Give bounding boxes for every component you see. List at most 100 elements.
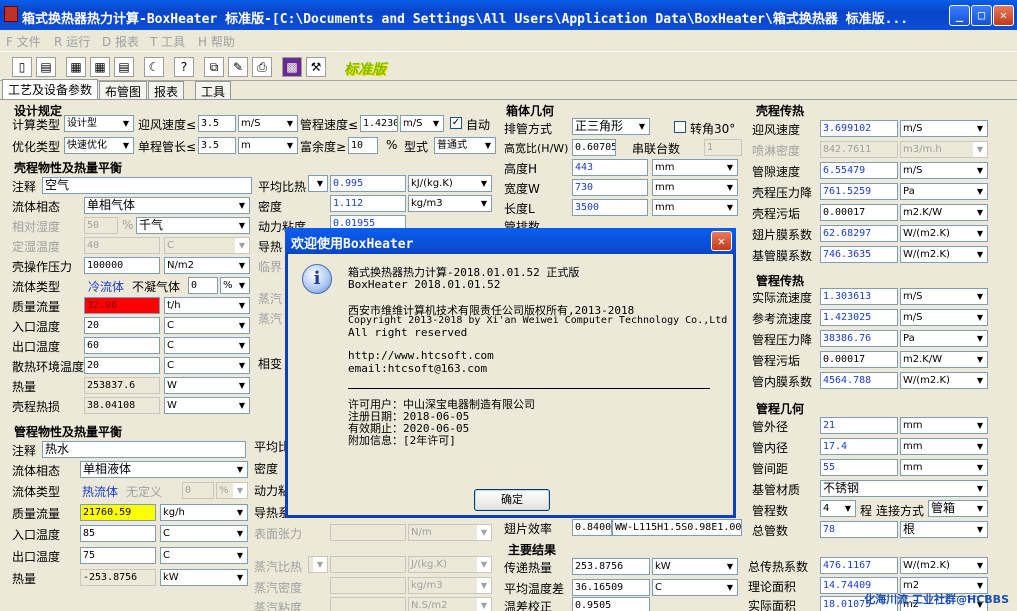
- single-length-input[interactable]: 3.5: [198, 137, 236, 154]
- shell-density-input[interactable]: 1.112: [330, 195, 406, 212]
- tube-steam-visc-input[interactable]: [330, 597, 406, 611]
- fixed-temp-input[interactable]: 40: [84, 237, 160, 254]
- tube-mass-flow-unit-select[interactable]: kg/h ▼: [160, 504, 248, 521]
- model-select[interactable]: 普通式 ▼: [434, 137, 496, 154]
- tube-in-temp-input[interactable]: 85: [80, 525, 156, 542]
- tube-speed-unit-select[interactable]: m/S ▼: [400, 115, 444, 132]
- shell-pressure-unit-select[interactable]: N/m2 ▼: [164, 257, 250, 274]
- edit-icon[interactable]: ✎: [228, 57, 248, 77]
- single-length-unit-select[interactable]: m ▼: [238, 137, 298, 154]
- tg-total-unit-select[interactable]: 根 ▼: [900, 521, 988, 538]
- help-icon[interactable]: ?: [174, 57, 194, 77]
- tg-id-input[interactable]: 17.4: [820, 438, 898, 455]
- menu-run[interactable]: R 运行: [54, 33, 90, 50]
- tab-report[interactable]: 报表: [148, 81, 185, 99]
- ratio-input[interactable]: 0.607051: [572, 139, 616, 156]
- close-button[interactable]: ✕: [993, 5, 1014, 26]
- arrange-select[interactable]: 正三角形 ▼: [572, 118, 650, 135]
- fixed-temp-unit-select[interactable]: C ▼: [164, 237, 250, 254]
- new-file-icon[interactable]: ▯: [12, 57, 32, 77]
- tab-process[interactable]: 工艺及设备参数: [2, 79, 99, 99]
- sh-fouling-input[interactable]: 0.00017: [820, 204, 898, 221]
- tg-pitch-input[interactable]: 55: [820, 459, 898, 476]
- menu-report[interactable]: D 报表: [102, 33, 139, 50]
- shell-pressure-input[interactable]: 100000: [84, 257, 160, 274]
- tube-phase-select[interactable]: 单相液体 ▼: [80, 461, 248, 478]
- tools-icon[interactable]: ⚒: [306, 57, 326, 77]
- tube-surface-unit-select[interactable]: N/m ▼: [408, 524, 492, 541]
- tube-steam-density-input[interactable]: [330, 577, 406, 594]
- tg-od-unit-select[interactable]: mm ▼: [900, 417, 988, 434]
- box-height-unit-select[interactable]: mm ▼: [652, 159, 738, 176]
- tube-steam-visc-unit-select[interactable]: N.S/m2 ▼: [408, 597, 492, 611]
- tg-passes-select[interactable]: 4 ▼: [820, 500, 856, 517]
- tube-steam-cp-input[interactable]: [330, 556, 406, 573]
- env-temp-input[interactable]: 20: [84, 357, 160, 374]
- th-fouling-unit-select[interactable]: m2.K/W ▼: [900, 351, 988, 368]
- box-width-unit-select[interactable]: mm ▼: [652, 179, 738, 196]
- margin-input[interactable]: 10: [348, 137, 378, 154]
- shell-in-temp-input[interactable]: 20: [84, 317, 160, 334]
- tube-steam-cp-dropdown[interactable]: ▼: [308, 556, 328, 573]
- noncond-input[interactable]: 0: [188, 277, 218, 294]
- export-icon[interactable]: ▦: [90, 57, 110, 77]
- minimize-button[interactable]: _: [949, 5, 970, 26]
- rotate-checkbox[interactable]: [674, 121, 686, 133]
- open-file-icon[interactable]: ▤: [36, 57, 56, 77]
- report-icon[interactable]: ▤: [114, 57, 134, 77]
- shell-in-temp-unit-select[interactable]: C ▼: [164, 317, 250, 334]
- tab-layout[interactable]: 布管图: [99, 81, 148, 99]
- tube-note-input[interactable]: 热水: [42, 441, 246, 458]
- tube-surface-input[interactable]: [330, 524, 406, 541]
- sh-gap-speed-unit-select[interactable]: m/S ▼: [900, 162, 988, 179]
- shell-cp-dropdown[interactable]: ▼: [308, 175, 328, 192]
- tube-steam-density-unit-select[interactable]: kg/m3 ▼: [408, 577, 492, 594]
- box-height-input[interactable]: 443: [572, 159, 648, 176]
- sh-fouling-unit-select[interactable]: m2.K/W ▼: [900, 204, 988, 221]
- shell-cp-unit-select[interactable]: kJ/(kg.K) ▼: [408, 175, 492, 192]
- tube-mass-flow-input[interactable]: 21760.59: [80, 504, 156, 521]
- moon-icon[interactable]: ☾: [144, 57, 164, 77]
- result-heat-unit-select[interactable]: kW ▼: [652, 558, 738, 575]
- tg-id-unit-select[interactable]: mm ▼: [900, 438, 988, 455]
- calculator-icon[interactable]: ▩: [282, 57, 302, 77]
- box-length-input[interactable]: 3500: [572, 199, 648, 216]
- shell-mass-flow-unit-select[interactable]: t/h ▼: [164, 297, 250, 314]
- export-pdf-icon[interactable]: ▦: [66, 57, 86, 77]
- noncond-unit-select[interactable]: % ▼: [220, 277, 250, 294]
- result-u-unit-select[interactable]: W/(m2.K) ▼: [900, 557, 988, 574]
- box-length-unit-select[interactable]: mm ▼: [652, 199, 738, 216]
- th-dp-unit-select[interactable]: Pa ▼: [900, 330, 988, 347]
- sh-dp-unit-select[interactable]: Pa ▼: [900, 183, 988, 200]
- tg-od-input[interactable]: 21: [820, 417, 898, 434]
- shell-out-temp-unit-select[interactable]: C ▼: [164, 337, 250, 354]
- th-inner-coef-unit-select[interactable]: W/(m2.K) ▼: [900, 372, 988, 389]
- tube-undefined-input[interactable]: 0: [182, 482, 214, 499]
- sh-base-coef-unit-select[interactable]: W/(m2.K) ▼: [900, 246, 988, 263]
- auto-checkbox[interactable]: ✓: [450, 117, 462, 129]
- shell-cp-input[interactable]: 0.995: [330, 175, 406, 192]
- tube-steam-cp-unit-select[interactable]: J/(kg.K) ▼: [408, 556, 492, 573]
- tube-out-temp-unit-select[interactable]: C ▼: [160, 547, 248, 564]
- opt-type-select[interactable]: 快速优化 ▼: [64, 137, 134, 154]
- sh-fin-coef-unit-select[interactable]: W/(m2.K) ▼: [900, 225, 988, 242]
- tube-heat-unit-select[interactable]: kW ▼: [160, 569, 248, 586]
- tube-undefined-unit-select[interactable]: % ▼: [216, 482, 248, 499]
- rh-input[interactable]: 50: [84, 217, 118, 234]
- air-speed-limit-input[interactable]: 3.5: [198, 115, 236, 132]
- shell-heat-unit-select[interactable]: W ▼: [164, 377, 250, 394]
- print-icon[interactable]: ⎙: [252, 57, 272, 77]
- tube-in-temp-unit-select[interactable]: C ▼: [160, 525, 248, 542]
- th-ref-speed-unit-select[interactable]: m/S ▼: [900, 309, 988, 326]
- result-lmtd-unit-select[interactable]: C ▼: [652, 579, 738, 596]
- tube-speed-limit-input[interactable]: 1.42302: [360, 115, 398, 132]
- ok-button[interactable]: 确定: [474, 489, 550, 511]
- tg-pitch-unit-select[interactable]: mm ▼: [900, 459, 988, 476]
- shell-density-unit-select[interactable]: kg/m3 ▼: [408, 195, 492, 212]
- shell-loss-unit-select[interactable]: W ▼: [164, 397, 250, 414]
- tg-material-select[interactable]: 不锈钢 ▼: [820, 480, 988, 497]
- menu-help[interactable]: H 帮助: [198, 33, 235, 50]
- menu-file[interactable]: F 文件: [6, 33, 41, 50]
- maximize-button[interactable]: □: [971, 5, 992, 26]
- sh-spray-unit-select[interactable]: m3/m.h ▼: [900, 141, 988, 158]
